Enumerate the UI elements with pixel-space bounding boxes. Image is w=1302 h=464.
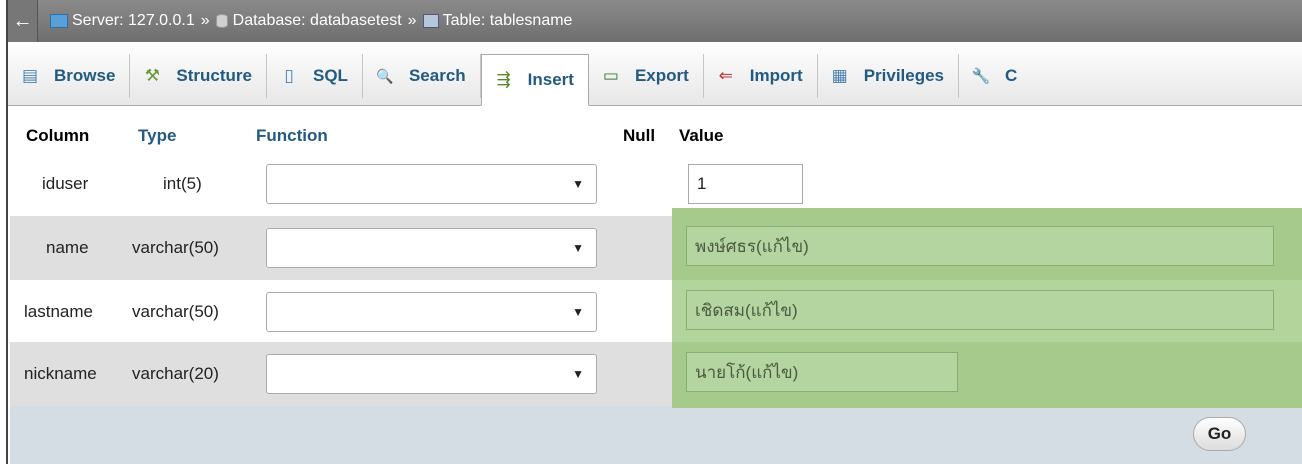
header-value: Value <box>679 126 724 145</box>
column-type: varchar(20) <box>132 364 219 383</box>
structure-icon: ⚒ <box>144 66 161 85</box>
value-input[interactable]: พงษ์ศธร(แก้ไข) <box>686 226 1274 266</box>
function-select[interactable]: ▼ <box>266 292 597 332</box>
column-name: nickname <box>24 364 97 383</box>
tab-structure[interactable]: ⚒ Structure <box>130 54 267 98</box>
table-icon <box>422 14 439 28</box>
privileges-icon: ▦ <box>831 66 848 85</box>
breadcrumb-server[interactable]: Server: 127.0.0.1 <box>50 12 195 30</box>
value-input[interactable]: นายโก้(แก้ไข) <box>686 352 958 392</box>
dropdown-caret-icon: ▼ <box>572 177 584 191</box>
breadcrumb-bar: ← Server: 127.0.0.1 » Database: database… <box>8 0 1302 42</box>
breadcrumb-separator: » <box>407 12 417 29</box>
table-row: nickname varchar(20) ▼ นายโก้(แก้ไข) <box>10 342 1302 406</box>
go-button[interactable]: Go <box>1193 417 1246 451</box>
function-select[interactable]: ▼ <box>266 228 597 268</box>
tab-label: Insert <box>527 70 574 89</box>
column-type: varchar(50) <box>132 302 219 321</box>
insert-icon: ⇶ <box>496 70 511 89</box>
import-icon: ⇐ <box>718 66 733 85</box>
tab-search[interactable]: 🔍 Search <box>363 54 481 98</box>
header-null: Null <box>623 126 656 145</box>
column-type: int(5) <box>163 174 202 193</box>
dropdown-caret-icon: ▼ <box>572 241 584 255</box>
dropdown-caret-icon: ▼ <box>572 367 584 381</box>
tab-privileges[interactable]: ▦ Privileges <box>818 54 960 98</box>
database-icon <box>215 14 228 28</box>
tab-insert[interactable]: ⇶ Insert <box>480 54 589 106</box>
tab-label: C <box>1005 66 1018 85</box>
breadcrumb-table[interactable]: Table: tablesname <box>422 12 573 30</box>
value-input[interactable]: เชิดสม(แก้ไข) <box>686 290 1274 330</box>
tab-label: Search <box>408 66 466 85</box>
sql-icon: ▯ <box>284 66 294 85</box>
tab-browse[interactable]: ▤ Browse <box>8 54 131 98</box>
highlight-overlay <box>672 406 1302 408</box>
tab-label: SQL <box>313 66 348 85</box>
tab-label: Export <box>634 66 689 85</box>
tab-label: Browse <box>54 66 116 85</box>
search-icon: 🔍 <box>376 67 394 84</box>
breadcrumb-database-label: Database: databasetest <box>232 12 402 29</box>
wrench-icon: 🔧 <box>971 68 991 85</box>
column-name: lastname <box>24 302 93 321</box>
tab-label: Privileges <box>863 66 945 85</box>
tab-sql[interactable]: ▯ SQL <box>267 54 363 98</box>
tab-bar: ▤ Browse ⚒ Structure ▯ SQL 🔍 Search ⇶ In… <box>8 42 1302 106</box>
header-function[interactable]: Function <box>256 126 328 150</box>
tab-label: Import <box>749 66 803 85</box>
browse-icon: ▤ <box>21 66 39 85</box>
export-icon: ▭ <box>602 66 619 85</box>
breadcrumb: Server: 127.0.0.1 » Database: databasete… <box>38 12 572 30</box>
breadcrumb-database[interactable]: Database: databasetest <box>215 12 402 30</box>
form-footer <box>10 406 1302 464</box>
header-column: Column <box>26 126 90 145</box>
tab-export[interactable]: ▭ Export <box>589 54 704 98</box>
back-arrow-icon[interactable]: ← <box>8 0 38 42</box>
value-input[interactable]: 1 <box>688 164 803 204</box>
column-name: name <box>46 238 89 257</box>
server-icon <box>50 14 68 28</box>
tab-operations[interactable]: 🔧 C <box>959 54 1031 98</box>
header-type[interactable]: Type <box>138 126 176 150</box>
tab-import[interactable]: ⇐ Import <box>704 54 818 98</box>
tab-label: Structure <box>176 66 252 85</box>
function-select[interactable]: ▼ <box>266 354 597 394</box>
column-name: iduser <box>42 174 89 193</box>
breadcrumb-server-label: Server: 127.0.0.1 <box>72 12 195 29</box>
function-select[interactable]: ▼ <box>266 164 597 204</box>
table-row: iduser int(5) ▼ 1 <box>10 152 1302 216</box>
breadcrumb-separator: » <box>200 12 210 29</box>
table-row: lastname varchar(50) ▼ เชิดสม(แก้ไข) <box>10 280 1302 344</box>
table-row: name varchar(50) ▼ พงษ์ศธร(แก้ไข) <box>10 208 1302 280</box>
column-type: varchar(50) <box>132 238 219 257</box>
dropdown-caret-icon: ▼ <box>572 305 584 319</box>
window-left-edge <box>0 0 8 464</box>
breadcrumb-table-label: Table: tablesname <box>442 12 573 29</box>
